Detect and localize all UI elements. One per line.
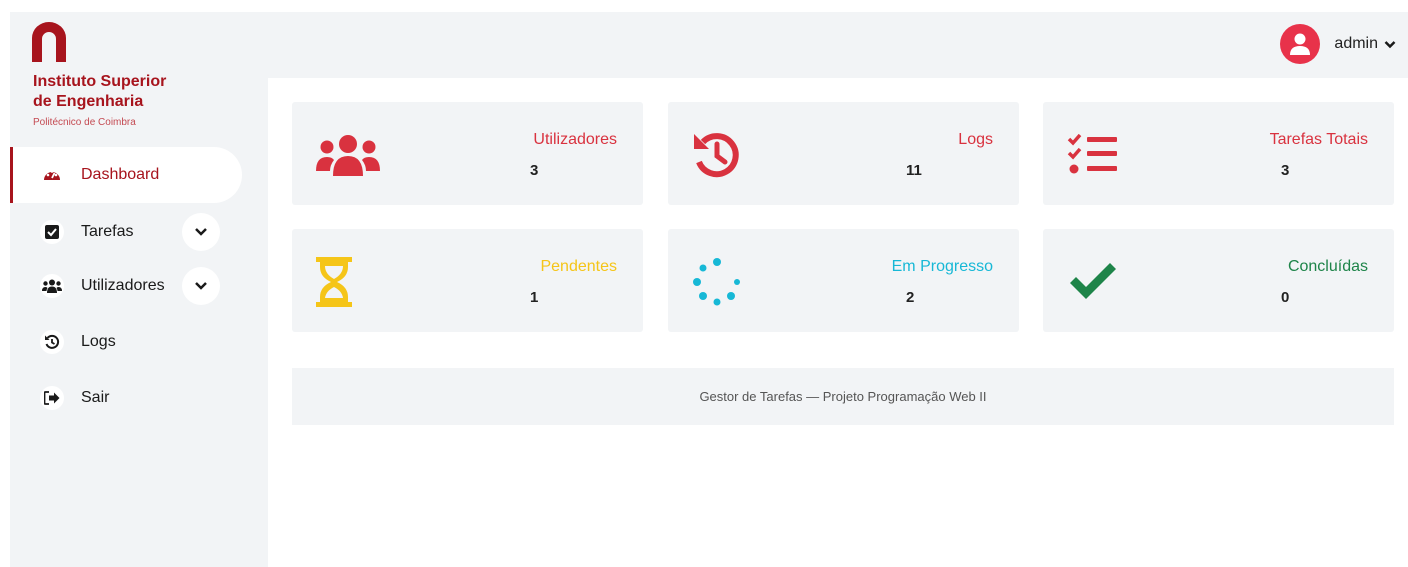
app-shell: Instituto Superior de Engenharia Politéc… xyxy=(10,12,1408,567)
top-bar: admin xyxy=(268,12,1408,78)
hourglass-icon xyxy=(316,257,386,307)
stat-value: 2 xyxy=(906,289,915,306)
user-avatar-icon xyxy=(1280,24,1321,64)
chevron-down-icon xyxy=(1384,40,1396,48)
sidebar-item-logs[interactable]: Logs xyxy=(10,314,268,370)
stat-card-logs: Logs 11 xyxy=(668,102,1019,205)
stat-label: Utilizadores xyxy=(533,131,617,148)
stat-value: 11 xyxy=(906,162,922,179)
sidebar-item-label: Logs xyxy=(81,333,116,350)
stat-card-concluidas: Concluídas 0 xyxy=(1043,229,1394,332)
check-icon xyxy=(1067,257,1137,307)
stat-card-em-progresso: Em Progresso 2 xyxy=(668,229,1019,332)
users-icon xyxy=(316,130,386,180)
brand-name-line2: de Engenharia xyxy=(33,93,144,110)
username: admin xyxy=(1334,35,1378,52)
brand-name-line1: Instituto Superior xyxy=(33,73,167,90)
user-menu[interactable]: admin xyxy=(1280,24,1396,64)
stat-label: Concluídas xyxy=(1287,258,1368,275)
stat-value: 3 xyxy=(530,162,539,179)
tarefas-expand-button[interactable] xyxy=(182,213,220,251)
sign-out-icon xyxy=(40,386,64,410)
stat-label: Pendentes xyxy=(540,258,617,275)
brand-subtitle: Politécnico de Coimbra xyxy=(33,117,136,128)
sidebar-item-utilizadores[interactable]: Utilizadores xyxy=(10,258,268,314)
footer-text: Gestor de Tarefas — Projeto Programação … xyxy=(699,389,987,404)
history-icon xyxy=(692,130,762,180)
sidebar-item-dashboard[interactable]: Dashboard xyxy=(10,147,242,203)
speedometer-icon xyxy=(40,163,64,187)
stat-label: Tarefas Totais xyxy=(1269,131,1368,148)
sidebar-item-label: Tarefas xyxy=(81,223,134,240)
sidebar-item-sair[interactable]: Sair xyxy=(10,370,268,426)
stat-value: 1 xyxy=(530,289,539,306)
sidebar-item-label: Dashboard xyxy=(81,166,160,183)
stat-value: 3 xyxy=(1281,162,1290,179)
chevron-down-icon xyxy=(195,228,207,236)
main-content: Utilizadores 3 Logs 11 Tarefas Totais 3 … xyxy=(268,78,1408,567)
history-icon xyxy=(40,330,64,354)
stat-label: Logs xyxy=(958,131,993,148)
stat-card-pendentes: Pendentes 1 xyxy=(292,229,643,332)
users-icon xyxy=(40,274,64,298)
isec-logo xyxy=(32,22,66,62)
stat-value: 0 xyxy=(1281,289,1290,306)
sidebar: Instituto Superior de Engenharia Politéc… xyxy=(10,12,268,567)
sidebar-item-tarefas[interactable]: Tarefas xyxy=(10,204,268,260)
sidebar-item-label: Sair xyxy=(81,389,110,406)
utilizadores-expand-button[interactable] xyxy=(182,267,220,305)
spinner-icon xyxy=(692,257,762,307)
stat-card-utilizadores: Utilizadores 3 xyxy=(292,102,643,205)
stat-card-tarefas-totais: Tarefas Totais 3 xyxy=(1043,102,1394,205)
footer: Gestor de Tarefas — Projeto Programação … xyxy=(292,368,1394,425)
sidebar-item-label: Utilizadores xyxy=(81,277,165,294)
task-list-icon xyxy=(1067,130,1137,180)
stat-label: Em Progresso xyxy=(891,258,993,275)
chevron-down-icon xyxy=(195,282,207,290)
checkbox-icon xyxy=(40,220,64,244)
